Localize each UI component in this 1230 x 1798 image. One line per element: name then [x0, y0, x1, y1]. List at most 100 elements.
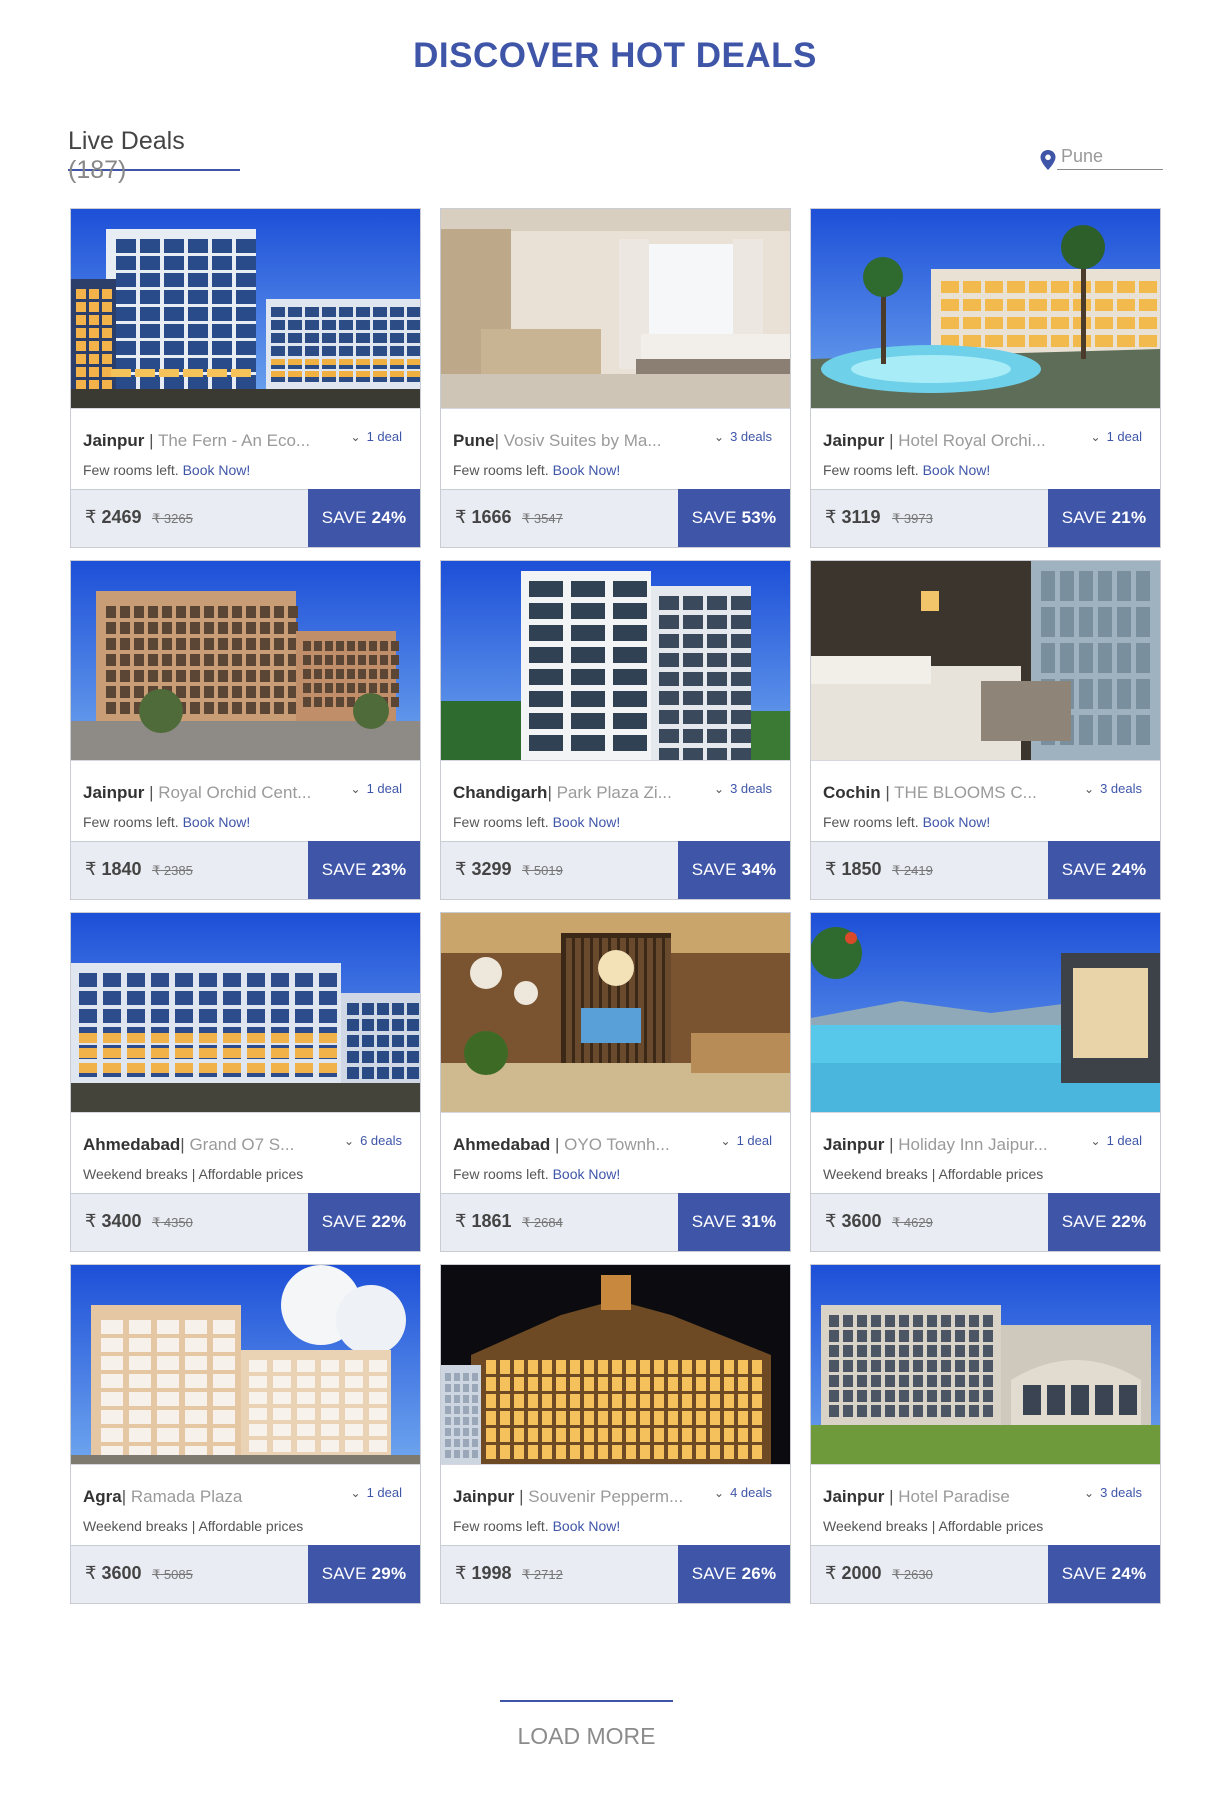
hotel-photo[interactable]: [441, 561, 790, 760]
deal-count-toggle[interactable]: ⌄ 3 deals: [714, 781, 772, 796]
deal-title[interactable]: Pune| Vosiv Suites by Ma...: [453, 431, 703, 451]
hotel-photo[interactable]: [71, 913, 420, 1112]
deal-title[interactable]: Jainpur | Hotel Paradise: [823, 1487, 1073, 1507]
deal-note: Weekend breaks | Affordable prices: [83, 1518, 303, 1534]
deal-title[interactable]: Chandigarh| Park Plaza Zi...: [453, 783, 703, 803]
save-percent: 22%: [1111, 1212, 1147, 1231]
deal-count-toggle[interactable]: ⌄ 1 deal: [721, 1133, 772, 1148]
hotel-photo[interactable]: [71, 1265, 420, 1464]
save-button[interactable]: SAVE 24%: [1048, 1545, 1160, 1603]
deal-card[interactable]: Jainpur | Hotel Paradise ⌄ 3 deals Weeken…: [810, 1264, 1161, 1604]
deal-hotel-name: The Fern - An Eco...: [157, 431, 311, 450]
price-bar: ₹3299 ₹ 5019 SAVE 34%: [441, 841, 790, 899]
deal-info: Agra| Ramada Plaza ⌄ 1 deal Weekend break…: [71, 1464, 420, 1546]
deal-hotel-name: Royal Orchid Cent...: [158, 783, 312, 802]
save-button[interactable]: SAVE 23%: [308, 841, 420, 899]
load-more-button[interactable]: LOAD MORE: [500, 1700, 673, 1754]
book-now-link[interactable]: Book Now!: [553, 1166, 621, 1182]
book-now-link[interactable]: Book Now!: [183, 462, 251, 478]
deal-city: Jainpur: [823, 1487, 885, 1506]
deal-count-toggle[interactable]: ⌄ 3 deals: [1084, 781, 1142, 796]
rupee-icon: ₹: [455, 507, 467, 527]
deal-card[interactable]: Jainpur | Royal Orchid Cent... ⌄ 1 deal F…: [70, 560, 421, 900]
hotel-photo[interactable]: [71, 209, 420, 408]
deal-title[interactable]: Jainpur | Souvenir Pepperm...: [453, 1487, 703, 1507]
deal-card[interactable]: Ahmedabad | OYO Townh... ⌄ 1 deal Few roo…: [440, 912, 791, 1252]
deal-city: Pune: [453, 431, 495, 450]
save-button[interactable]: SAVE 24%: [1048, 841, 1160, 899]
rupee-icon: ₹: [152, 1567, 161, 1582]
save-button[interactable]: SAVE 31%: [678, 1193, 790, 1251]
book-now-link[interactable]: Book Now!: [553, 814, 621, 830]
save-prefix: SAVE: [321, 860, 367, 879]
deal-card[interactable]: Chandigarh| Park Plaza Zi... ⌄ 3 deals Fe…: [440, 560, 791, 900]
rupee-icon: ₹: [892, 1567, 901, 1582]
deal-title[interactable]: Cochin | THE BLOOMS C...: [823, 783, 1073, 803]
deal-old-price: ₹ 2385: [152, 863, 193, 879]
deal-count: 1 deal: [366, 429, 402, 444]
deal-count-toggle[interactable]: ⌄ 1 deal: [351, 429, 402, 444]
hotel-photo[interactable]: [441, 209, 790, 408]
deal-title[interactable]: Agra| Ramada Plaza: [83, 1487, 333, 1507]
book-now-link[interactable]: Book Now!: [923, 814, 991, 830]
save-button[interactable]: SAVE 21%: [1048, 489, 1160, 547]
deal-note-text: Few rooms left.: [823, 814, 919, 830]
save-button[interactable]: SAVE 22%: [308, 1193, 420, 1251]
deal-separator: |: [514, 1487, 529, 1506]
deal-title[interactable]: Ahmedabad | OYO Townh...: [453, 1135, 703, 1155]
deal-note-text: Few rooms left.: [453, 814, 549, 830]
save-button[interactable]: SAVE 34%: [678, 841, 790, 899]
live-deals-tab[interactable]: Live Deals (187): [68, 127, 240, 184]
deal-card[interactable]: Jainpur | Hotel Royal Orchi... ⌄ 1 deal F…: [810, 208, 1161, 548]
save-button[interactable]: SAVE 29%: [308, 1545, 420, 1603]
price-bar: ₹1861 ₹ 2684 SAVE 31%: [441, 1193, 790, 1251]
deal-count-toggle[interactable]: ⌄ 1 deal: [351, 781, 402, 796]
location-filter[interactable]: [1039, 144, 1163, 170]
deal-count-toggle[interactable]: ⌄ 1 deal: [1091, 1133, 1142, 1148]
deal-card[interactable]: Ahmedabad| Grand O7 S... ⌄ 6 deals Weeken…: [70, 912, 421, 1252]
book-now-link[interactable]: Book Now!: [553, 1518, 621, 1534]
deal-old-price: ₹ 3973: [892, 511, 933, 527]
deal-count-toggle[interactable]: ⌄ 6 deals: [344, 1133, 402, 1148]
deal-title[interactable]: Jainpur | Holiday Inn Jaipur...: [823, 1135, 1073, 1155]
hotel-photo[interactable]: [811, 913, 1160, 1112]
deal-count-toggle[interactable]: ⌄ 1 deal: [1091, 429, 1142, 444]
hotel-photo[interactable]: [71, 561, 420, 760]
save-prefix: SAVE: [691, 1212, 737, 1231]
save-button[interactable]: SAVE 24%: [308, 489, 420, 547]
hotel-photo[interactable]: [441, 1265, 790, 1464]
save-button[interactable]: SAVE 53%: [678, 489, 790, 547]
deal-title[interactable]: Jainpur | The Fern - An Eco...: [83, 431, 333, 451]
book-now-link[interactable]: Book Now!: [923, 462, 991, 478]
book-now-link[interactable]: Book Now!: [553, 462, 621, 478]
deal-title[interactable]: Jainpur | Royal Orchid Cent...: [83, 783, 333, 803]
deal-card[interactable]: Jainpur | The Fern - An Eco... ⌄ 1 deal F…: [70, 208, 421, 548]
price-bar: ₹1850 ₹ 2419 SAVE 24%: [811, 841, 1160, 899]
hotel-photo[interactable]: [811, 209, 1160, 408]
deal-title[interactable]: Jainpur | Hotel Royal Orchi...: [823, 431, 1073, 451]
deal-card[interactable]: Jainpur | Holiday Inn Jaipur... ⌄ 1 deal …: [810, 912, 1161, 1252]
save-button[interactable]: SAVE 22%: [1048, 1193, 1160, 1251]
deal-note: Few rooms left. Book Now!: [453, 462, 620, 478]
deal-title[interactable]: Ahmedabad| Grand O7 S...: [83, 1135, 333, 1155]
page-title: DISCOVER HOT DEALS: [413, 36, 817, 75]
deal-city: Ahmedabad: [453, 1135, 551, 1154]
deal-count-toggle[interactable]: ⌄ 1 deal: [351, 1485, 402, 1500]
deal-count-toggle[interactable]: ⌄ 3 deals: [1084, 1485, 1142, 1500]
rupee-icon: ₹: [455, 1211, 467, 1231]
hotel-photo[interactable]: [811, 1265, 1160, 1464]
deal-card[interactable]: Jainpur | Souvenir Pepperm... ⌄ 4 deals F…: [440, 1264, 791, 1604]
deal-card[interactable]: Pune| Vosiv Suites by Ma... ⌄ 3 deals Few…: [440, 208, 791, 548]
location-input[interactable]: [1057, 144, 1163, 170]
hotel-photo[interactable]: [811, 561, 1160, 760]
deal-count-toggle[interactable]: ⌄ 3 deals: [714, 429, 772, 444]
book-now-link[interactable]: Book Now!: [183, 814, 251, 830]
deal-price: ₹2469: [85, 507, 142, 528]
hotel-photo[interactable]: [441, 913, 790, 1112]
deal-info: Pune| Vosiv Suites by Ma... ⌄ 3 deals Few…: [441, 408, 790, 490]
save-button[interactable]: SAVE 26%: [678, 1545, 790, 1603]
deal-count-toggle[interactable]: ⌄ 4 deals: [714, 1485, 772, 1500]
deal-card[interactable]: Cochin | THE BLOOMS C... ⌄ 3 deals Few ro…: [810, 560, 1161, 900]
deal-card[interactable]: Agra| Ramada Plaza ⌄ 1 deal Weekend break…: [70, 1264, 421, 1604]
deal-info: Jainpur | Royal Orchid Cent... ⌄ 1 deal F…: [71, 760, 420, 842]
